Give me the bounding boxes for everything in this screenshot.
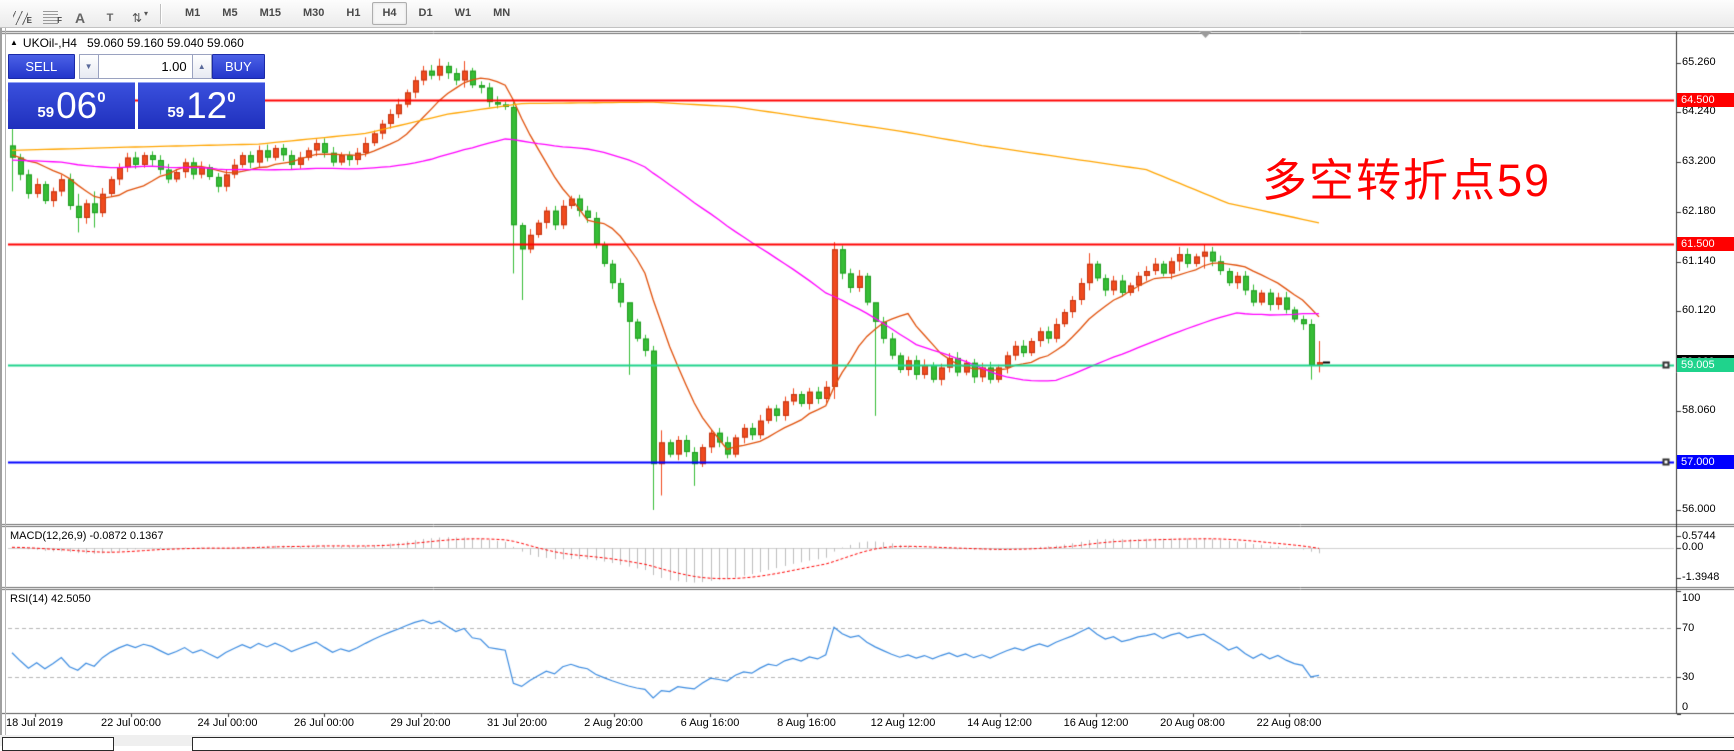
macd-label: MACD(12,26,9) -0.0872 0.1367 xyxy=(10,530,163,542)
one-click-trading-widget: SELL ▼ ▲ BUY 59060 59120 xyxy=(8,54,265,129)
hline-badge-64.500: 64.500 xyxy=(1677,93,1734,107)
time-tick-3: 24 Jul 00:00 xyxy=(198,717,258,729)
volume-decrease-button[interactable]: ▼ xyxy=(79,54,99,79)
time-tick-1: 18 Jul 2019 xyxy=(6,717,63,729)
volume-input[interactable] xyxy=(99,54,192,79)
drawing-tools-group: EFAT⇅▾ xyxy=(0,3,156,25)
time-tick-5: 29 Jul 20:00 xyxy=(391,717,451,729)
collapse-icon[interactable]: ▲ xyxy=(10,38,18,47)
time-tick-7: 2 Aug 20:00 xyxy=(584,717,643,729)
buy-price-sup: 0 xyxy=(227,89,235,106)
timeframe-m5[interactable]: M5 xyxy=(212,2,247,25)
time-tick-11: 14 Aug 12:00 xyxy=(967,717,1032,729)
price-tick-63.200: 63.200 xyxy=(1682,155,1716,167)
hline-badge-61.500: 61.500 xyxy=(1677,237,1734,251)
bottom-tab-2[interactable] xyxy=(192,737,1734,751)
volume-increase-button[interactable]: ▲ xyxy=(192,54,212,79)
chart-title: ▲ UKOil-,H4 59.060 59.160 59.040 59.060 xyxy=(10,36,244,50)
fibonacci-tool[interactable]: F xyxy=(36,3,64,25)
price-tick-60.120: 60.120 xyxy=(1682,304,1716,316)
time-tick-13: 20 Aug 08:00 xyxy=(1160,717,1225,729)
sell-price-panel[interactable]: 59060 xyxy=(8,82,135,129)
price-tick-61.140: 61.140 xyxy=(1682,255,1716,267)
price-tick-64.240: 64.240 xyxy=(1682,105,1716,117)
top-toolbar: EFAT⇅▾ M1M5M15M30H1H4D1W1MN xyxy=(0,0,1734,28)
buy-price-main: 59 xyxy=(167,104,184,121)
symbol-label: UKOil-,H4 xyxy=(23,36,77,50)
buy-button[interactable]: BUY xyxy=(212,54,265,79)
price-tick-65.260: 65.260 xyxy=(1682,56,1716,68)
window-left-edge-inner xyxy=(5,27,6,746)
text-tool[interactable]: T xyxy=(96,3,124,25)
rsi-tick-100: 100 xyxy=(1682,592,1700,604)
sell-price-big: 06 xyxy=(56,86,97,126)
arrow-tools[interactable]: ⇅▾ xyxy=(126,3,154,25)
sell-price-sup: 0 xyxy=(97,89,105,106)
window-left-edge xyxy=(0,27,2,746)
bottom-tab-1[interactable] xyxy=(2,737,114,751)
timeframe-m15[interactable]: M15 xyxy=(250,2,291,25)
price-panels: 59060 59120 xyxy=(8,82,265,129)
toolbar-separator xyxy=(160,4,162,24)
timeframe-m1[interactable]: M1 xyxy=(175,2,210,25)
price-tick-62.180: 62.180 xyxy=(1682,205,1716,217)
time-tick-8: 6 Aug 16:00 xyxy=(681,717,740,729)
timeframe-h1[interactable]: H1 xyxy=(336,2,370,25)
equidistant-channel-tool[interactable]: E xyxy=(6,3,34,25)
macd-tick-0.00: 0.00 xyxy=(1682,541,1703,553)
time-tick-2: 22 Jul 00:00 xyxy=(101,717,161,729)
hline-badge-59.005: 59.005 xyxy=(1677,358,1734,372)
time-tick-9: 8 Aug 16:00 xyxy=(777,717,836,729)
text-label-tool[interactable]: A xyxy=(66,3,94,25)
chart-annotation[interactable]: 多空转折点59 xyxy=(1262,144,1551,209)
timeframe-h4[interactable]: H4 xyxy=(372,2,406,25)
timeframe-group: M1M5M15M30H1H4D1W1MN xyxy=(168,2,521,25)
one-click-order-row: SELL ▼ ▲ BUY xyxy=(8,54,265,79)
ohlc-values: 59.060 59.160 59.040 59.060 xyxy=(87,36,244,50)
time-tick-4: 26 Jul 00:00 xyxy=(294,717,354,729)
timeframe-m30[interactable]: M30 xyxy=(293,2,334,25)
timeframe-d1[interactable]: D1 xyxy=(409,2,443,25)
rsi-tick-70: 70 xyxy=(1682,622,1694,634)
time-tick-14: 22 Aug 08:00 xyxy=(1257,717,1322,729)
sell-price-main: 59 xyxy=(37,104,54,121)
price-tick-58.060: 58.060 xyxy=(1682,404,1716,416)
time-tick-6: 31 Jul 20:00 xyxy=(487,717,547,729)
rsi-label: RSI(14) 42.5050 xyxy=(10,593,91,605)
time-tick-10: 12 Aug 12:00 xyxy=(871,717,936,729)
buy-price-panel[interactable]: 59120 xyxy=(138,82,265,129)
price-tick-56.000: 56.000 xyxy=(1682,503,1716,515)
timeframe-w1[interactable]: W1 xyxy=(445,2,482,25)
rsi-tick-30: 30 xyxy=(1682,671,1694,683)
timeframe-mn[interactable]: MN xyxy=(483,2,520,25)
time-tick-12: 16 Aug 12:00 xyxy=(1064,717,1129,729)
rsi-tick-0: 0 xyxy=(1682,701,1688,713)
macd-tick--1.3948: -1.3948 xyxy=(1682,571,1719,583)
buy-price-big: 12 xyxy=(186,86,227,126)
sell-button[interactable]: SELL xyxy=(8,54,75,79)
hline-badge-57.000: 57.000 xyxy=(1677,455,1734,469)
